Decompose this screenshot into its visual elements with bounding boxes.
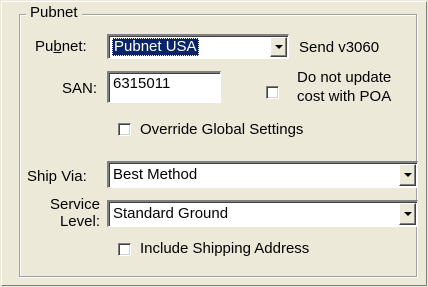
include-shipping-label: Include Shipping Address: [140, 240, 310, 257]
service-level-selected-value: Standard Ground: [113, 205, 229, 222]
do-not-update-label: Do not update cost with POA: [297, 68, 391, 106]
service-level-label-line1: Service: [49, 196, 100, 213]
service-level-select[interactable]: Standard Ground: [107, 200, 418, 227]
pubnet-select[interactable]: Pubnet USA: [107, 34, 289, 59]
ship-via-select[interactable]: Best Method: [107, 161, 418, 188]
pubnet-label: Pubnet:: [35, 38, 87, 55]
override-global-label: Override Global Settings: [140, 121, 304, 138]
san-label: SAN:: [62, 80, 98, 97]
service-level-label: Service Level:: [40, 196, 100, 230]
include-shipping-checkbox[interactable]: [118, 243, 131, 256]
pubnet-selected-value: Pubnet USA: [112, 38, 199, 56]
do-not-update-label-line1: Do not update: [297, 69, 392, 86]
do-not-update-label-line2: cost with POA: [297, 88, 392, 105]
ship-via-selected-value: Best Method: [113, 166, 198, 183]
ship-via-dropdown-button[interactable]: [399, 164, 416, 186]
chevron-down-icon: [404, 212, 412, 216]
pubnet-dropdown-button[interactable]: [270, 37, 287, 57]
ship-via-label: Ship Via:: [27, 168, 87, 185]
override-global-checkbox[interactable]: [118, 123, 131, 136]
chevron-down-icon: [275, 45, 283, 49]
service-level-label-line2: Level:: [59, 213, 100, 230]
pubnet-settings-panel: Pubnet Pubnet: Pubnet USA Send v3060 SAN…: [0, 0, 428, 287]
san-input[interactable]: 6315011: [107, 71, 221, 103]
do-not-update-checkbox[interactable]: [266, 86, 279, 99]
service-level-dropdown-button[interactable]: [399, 203, 416, 225]
group-title: Pubnet: [26, 4, 82, 22]
send-version-text: Send v3060: [299, 39, 380, 56]
chevron-down-icon: [404, 173, 412, 177]
